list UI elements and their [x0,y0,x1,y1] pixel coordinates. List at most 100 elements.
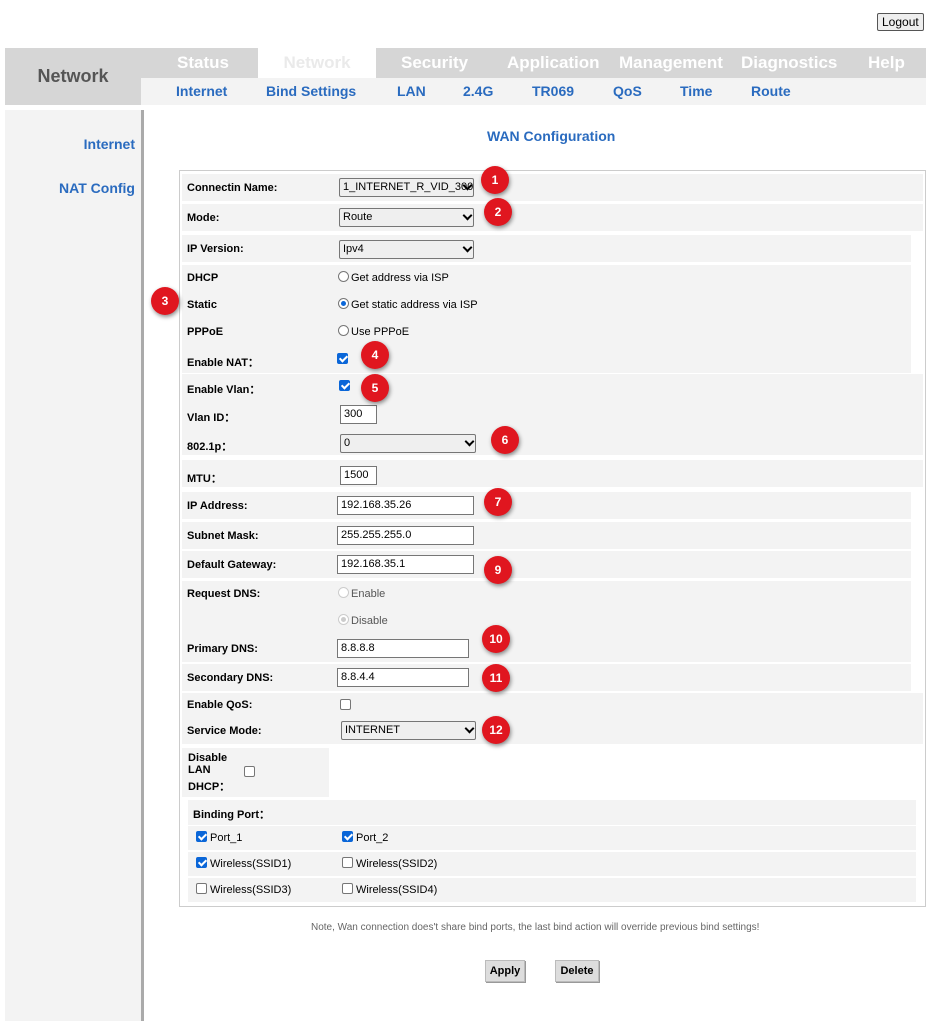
nav-help[interactable]: Help [868,53,905,73]
default-gateway-input[interactable]: 192.168.35.1 [337,555,474,574]
ip-version-label: IP Version: [187,243,244,255]
subnav-24g[interactable]: 2.4G [463,83,493,99]
nav-security[interactable]: Security [401,53,468,73]
connection-name-select[interactable]: 1_INTERNET_R_VID_300 [339,178,474,197]
row-bg [188,878,916,902]
row-bg [182,492,911,519]
subnav-tr069[interactable]: TR069 [532,83,574,99]
ip-version-value: Ipv4 [343,243,364,255]
nav-diagnostics[interactable]: Diagnostics [741,53,837,73]
disable-lan-dhcp-label-2: LAN [188,764,211,776]
side-item-nat-config[interactable]: NAT Config [59,180,135,196]
disable-lan-dhcp-label-3: DHCP： [188,781,231,793]
dhcp-radio[interactable] [338,271,349,282]
ssid1-label: Wireless(SSID1) [210,858,292,870]
row-bg [182,204,923,231]
request-dns-enable-radio[interactable] [338,587,349,598]
port-1-checkbox[interactable] [196,831,207,842]
main-nav: Status Network Security Application Mana… [141,48,926,78]
ssid2-label: Wireless(SSID2) [356,858,438,870]
row-bg [188,852,916,876]
ssid3-label: Wireless(SSID3) [210,884,292,896]
subnet-mask-label: Subnet Mask: [187,530,259,542]
chevron-down-icon [464,436,475,447]
apply-button[interactable]: Apply [485,960,525,982]
annotation-badge: 7 [484,488,512,516]
enable-nat-checkbox[interactable] [337,353,348,364]
pppoe-option-label: Use PPPoE [351,326,410,338]
ip-version-select[interactable]: Ipv4 [339,240,474,259]
binding-port-label: Binding Port： [193,809,270,821]
port-2-checkbox[interactable] [342,831,353,842]
service-mode-select[interactable]: INTERNET [341,721,476,740]
default-gateway-label: Default Gateway: [187,559,277,571]
ip-address-input[interactable]: 192.168.35.26 [337,496,474,515]
row-bg [182,292,911,319]
ssid1-checkbox[interactable] [196,857,207,868]
annotation-badge: 11 [482,664,510,692]
dot1p-select[interactable]: 0 [340,434,476,453]
mtu-input[interactable]: 1500 [340,466,377,485]
request-dns-disable-radio[interactable] [338,614,349,625]
row-bg [182,664,911,691]
annotation-badge: 12 [482,716,510,744]
disable-lan-dhcp-checkbox[interactable] [244,766,255,777]
subnet-mask-input[interactable]: 255.255.255.0 [337,526,474,545]
vlan-id-label: Vlan ID： [187,412,236,424]
row-bg [182,608,911,635]
pppoe-label: PPPoE [187,326,224,338]
annotation-badge: 2 [484,198,512,226]
ip-address-label: IP Address: [187,500,248,512]
annotation-badge: 10 [482,625,510,653]
brand-label: Network [5,48,141,105]
port-1-label: Port_1 [210,832,243,844]
nav-application[interactable]: Application [507,53,600,73]
enable-vlan-checkbox[interactable] [339,380,350,391]
annotation-badge: 9 [484,556,512,584]
row-bg [182,174,923,201]
side-item-internet[interactable]: Internet [84,136,135,152]
logout-button[interactable]: Logout [877,13,924,31]
subnav-lan[interactable]: LAN [397,83,426,99]
side-divider [141,110,144,1021]
row-bg [188,826,916,850]
subnav-qos[interactable]: QoS [613,83,642,99]
mode-label: Mode: [187,212,220,224]
row-bg [188,800,916,825]
row-bg [182,460,923,487]
annotation-badge: 4 [361,341,389,369]
secondary-dns-label: Secondary DNS: [187,672,274,684]
ssid3-checkbox[interactable] [196,883,207,894]
nav-status[interactable]: Status [177,53,229,73]
connection-name-label: Connectin Name: [187,182,278,194]
delete-button[interactable]: Delete [555,960,599,982]
vlan-id-input[interactable]: 300 [340,405,377,424]
ssid4-checkbox[interactable] [342,883,353,894]
row-bg [182,265,911,292]
ssid4-label: Wireless(SSID4) [356,884,438,896]
page-title: WAN Configuration [487,128,616,144]
port-2-label: Port_2 [356,832,389,844]
enable-qos-checkbox[interactable] [340,699,351,710]
enable-qos-label: Enable QoS: [187,699,253,711]
mtu-label: MTU： [187,473,222,485]
static-radio[interactable] [338,298,349,309]
nav-management[interactable]: Management [619,53,723,73]
static-option-label: Get static address via ISP [351,299,478,311]
pppoe-radio[interactable] [338,325,349,336]
subnav-internet[interactable]: Internet [176,83,227,99]
subnav-bind-settings[interactable]: Bind Settings [266,83,356,99]
disable-lan-dhcp-label-1: Disable [188,752,228,764]
sub-nav: Internet Bind Settings LAN 2.4G TR069 Qo… [141,78,926,105]
secondary-dns-input[interactable]: 8.8.4.4 [337,668,469,687]
enable-nat-label: Enable NAT： [187,357,259,369]
subnav-route[interactable]: Route [751,83,791,99]
ssid2-checkbox[interactable] [342,857,353,868]
enable-vlan-label: Enable Vlan： [187,384,261,396]
dot1p-value: 0 [344,437,351,449]
mode-select[interactable]: Route [339,208,474,227]
nav-network[interactable]: Network [258,48,376,78]
subnav-time[interactable]: Time [680,83,712,99]
primary-dns-input[interactable]: 8.8.8.8 [337,639,469,658]
annotation-badge: 3 [151,287,179,315]
